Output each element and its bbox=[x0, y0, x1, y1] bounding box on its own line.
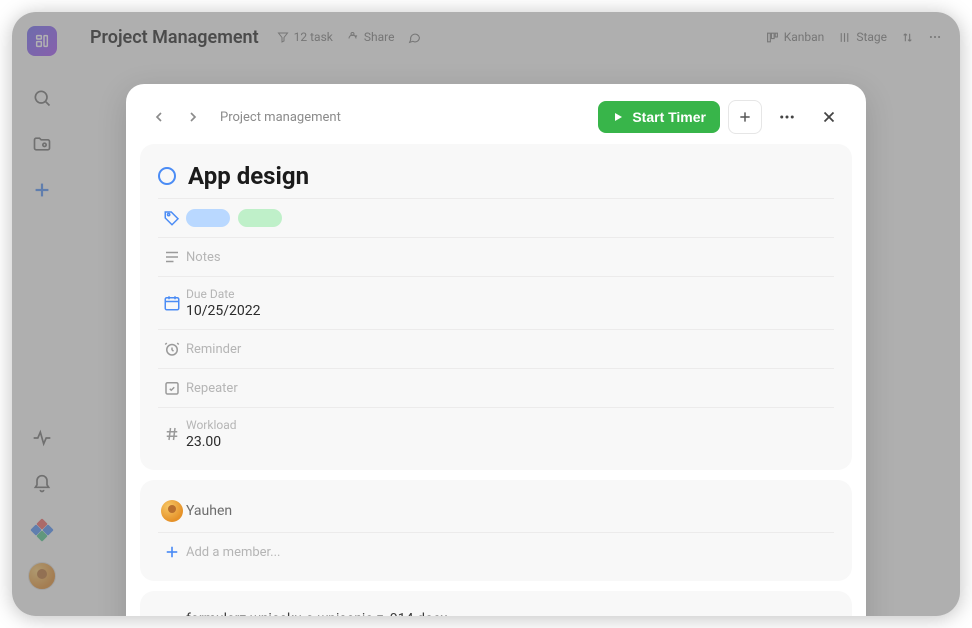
member-row[interactable]: Yauhen bbox=[158, 490, 834, 532]
close-icon bbox=[820, 108, 838, 126]
task-details-card: App design Notes bbox=[140, 144, 852, 470]
nav-back-icon[interactable] bbox=[146, 104, 172, 130]
members-card: Yauhen Add a member... bbox=[140, 480, 852, 581]
file-name: formularz-wniosku-o-wpisanie-z_914.docx bbox=[186, 611, 834, 616]
tag-pill[interactable] bbox=[186, 209, 230, 227]
add-member-row[interactable]: Add a member... bbox=[158, 532, 834, 571]
workload-label: Workload bbox=[186, 418, 834, 432]
play-icon bbox=[612, 111, 624, 123]
due-date-row[interactable]: Due Date 10/25/2022 bbox=[158, 276, 834, 329]
repeat-icon bbox=[158, 379, 186, 397]
breadcrumb[interactable]: Project management bbox=[220, 110, 341, 125]
nav-forward-icon[interactable] bbox=[180, 104, 206, 130]
add-button[interactable] bbox=[728, 100, 762, 134]
notes-icon bbox=[158, 248, 186, 266]
task-title[interactable]: App design bbox=[188, 162, 309, 190]
repeater-row[interactable]: Repeater bbox=[158, 368, 834, 407]
reminder-label: Reminder bbox=[186, 342, 834, 357]
calendar-icon bbox=[158, 294, 186, 312]
dots-icon bbox=[778, 108, 796, 126]
due-date-value: 10/25/2022 bbox=[186, 303, 834, 319]
task-modal: Project management Start Timer App desig… bbox=[126, 84, 866, 616]
start-timer-label: Start Timer bbox=[632, 109, 706, 125]
hash-icon bbox=[158, 425, 186, 443]
plus-icon bbox=[737, 109, 753, 125]
files-card: W formularz-wniosku-o-wpisanie-z_914.doc… bbox=[140, 591, 852, 616]
member-name: Yauhen bbox=[186, 503, 834, 519]
workload-row[interactable]: Workload 23.00 bbox=[158, 407, 834, 460]
close-button[interactable] bbox=[812, 100, 846, 134]
reminder-row[interactable]: Reminder bbox=[158, 329, 834, 368]
tags-row[interactable] bbox=[158, 198, 834, 237]
status-ring-icon[interactable] bbox=[158, 167, 176, 185]
add-member-placeholder: Add a member... bbox=[186, 545, 834, 560]
notes-label: Notes bbox=[186, 250, 834, 265]
file-row[interactable]: W formularz-wniosku-o-wpisanie-z_914.doc… bbox=[158, 601, 834, 616]
more-button[interactable] bbox=[770, 100, 804, 134]
due-date-label: Due Date bbox=[186, 287, 834, 301]
repeater-label: Repeater bbox=[186, 381, 834, 396]
tag-icon bbox=[158, 209, 186, 227]
member-avatar bbox=[158, 500, 186, 522]
plus-icon bbox=[158, 543, 186, 561]
notes-row[interactable]: Notes bbox=[158, 237, 834, 276]
workload-value: 23.00 bbox=[186, 434, 834, 450]
alarm-icon bbox=[158, 340, 186, 358]
tag-pill[interactable] bbox=[238, 209, 282, 227]
start-timer-button[interactable]: Start Timer bbox=[598, 101, 720, 133]
